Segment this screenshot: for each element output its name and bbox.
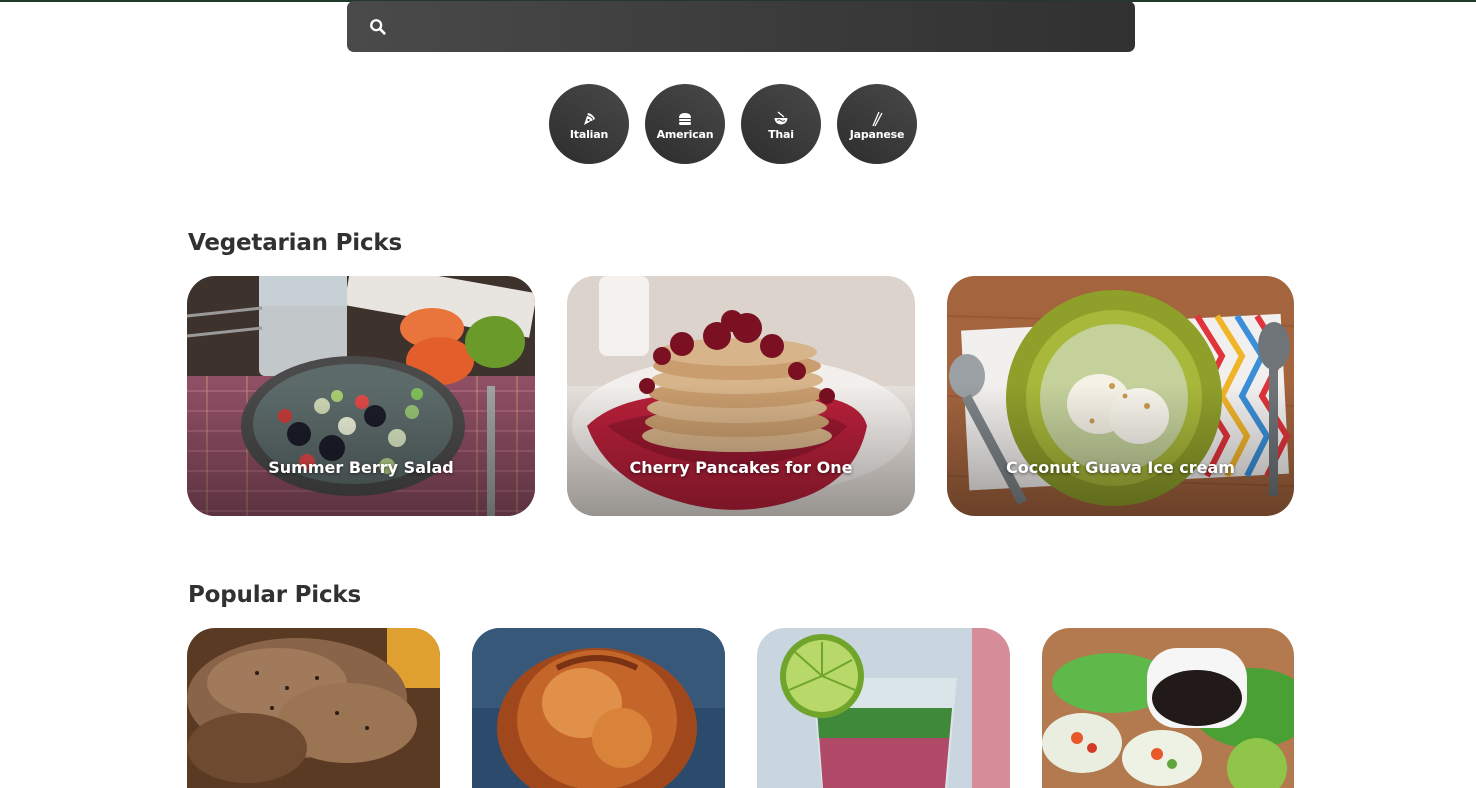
search-bar[interactable] [347,1,1135,52]
chopsticks-icon [872,111,883,127]
recipe-card[interactable]: Cherry Pancakes for One [567,276,915,516]
cuisine-japanese-button[interactable]: Japanese [837,84,917,164]
recipe-title: Summer Berry Salad [268,458,454,477]
recipe-card[interactable] [187,628,440,788]
recipe-image-roast-chicken [472,628,725,788]
recipe-image-mojito [757,628,1010,788]
recipe-title: Cherry Pancakes for One [629,458,853,477]
cuisine-label: Thai [768,128,794,141]
cuisine-label: American [656,128,714,141]
recipe-card[interactable]: Coconut Guava Ice cream [947,276,1294,516]
card-overlay [187,276,535,516]
search-input[interactable] [387,1,1135,52]
cuisine-list: Italian American Thai Japanese [549,84,917,164]
card-overlay [947,276,1294,516]
noodle-bowl-icon [774,111,788,125]
recipe-card[interactable] [472,628,725,788]
pizza-icon [584,113,595,125]
recipe-card[interactable] [1042,628,1294,788]
section-title-popular: Popular Picks [188,582,362,608]
recipe-image-spring-rolls [1042,628,1294,788]
cuisine-italian-button[interactable]: Italian [549,84,629,164]
recipe-image-roast-pork [187,628,440,788]
section-title-vegetarian: Vegetarian Picks [188,230,403,256]
cuisine-label: Italian [569,128,609,141]
recipe-card[interactable] [757,628,1010,788]
burger-icon [679,113,691,125]
cuisine-american-button[interactable]: American [645,84,725,164]
cuisine-thai-button[interactable]: Thai [741,84,821,164]
recipe-card[interactable]: Summer Berry Salad [187,276,535,516]
recipe-title: Coconut Guava Ice cream [1006,458,1235,477]
cuisine-label: Japanese [849,128,905,141]
card-overlay [567,276,915,516]
search-icon [370,18,386,35]
